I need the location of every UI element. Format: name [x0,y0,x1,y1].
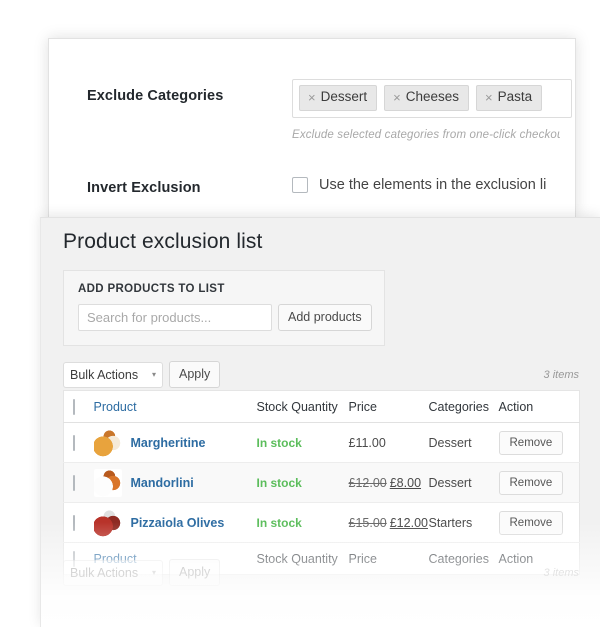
chip-remove-icon[interactable]: × [485,91,493,104]
remove-button[interactable]: Remove [498,430,564,455]
price-cell: £11.00 [348,422,429,463]
category-chip[interactable]: × Pasta [476,85,543,111]
row-checkbox[interactable] [73,434,75,451]
product-exclusion-table: Product Stock Quantity Price Categories … [63,390,580,575]
chip-label: Pasta [497,89,533,104]
tablenav-top: Bulk Actions ▾ Apply 3 items [63,361,579,388]
column-header-product[interactable]: Product [93,390,257,423]
apply-button-top[interactable]: Apply [169,361,221,388]
action-cell: Remove [498,462,580,503]
invert-exclusion-checkbox[interactable] [292,176,308,193]
chip-remove-icon[interactable]: × [393,91,401,104]
settings-panel: Exclude Categories × Dessert × Cheeses ×… [48,38,576,218]
row-select-cell [63,422,94,463]
action-cell: Remove [498,502,580,543]
column-header-price: Price [348,390,429,423]
chevron-down-icon: ▾ [151,369,156,379]
chevron-down-icon: ▾ [151,567,156,577]
bulk-actions-select-top[interactable]: Bulk Actions ▾ [63,361,163,388]
row-checkbox[interactable] [73,514,75,531]
product-exclusion-list-panel: Product exclusion list ADD PRODUCTS TO L… [40,217,600,627]
column-header-product-label: Product [93,399,137,414]
table-row: Mandorlini In stock £12.00 £8.00 Dessert … [63,462,580,503]
action-cell: Remove [498,422,580,463]
add-products-button[interactable]: Add products [278,304,372,331]
add-products-box: ADD PRODUCTS TO LIST Add products [63,270,385,346]
add-products-controls: Add products [78,304,372,331]
product-thumbnail-icon [93,468,122,497]
product-cell: Margheritine [93,422,257,463]
chip-label: Cheeses [405,89,459,104]
table-body: Margheritine In stock £11.00 Dessert Rem… [63,422,580,543]
product-thumbnail-icon [93,508,122,537]
category-cell: Dessert [428,422,499,463]
product-cell: Mandorlini [93,462,257,503]
table-row: Pizzaiola Olives In stock £15.00 £12.00 S… [63,502,580,543]
stock-status: In stock [256,475,302,490]
category-cell: Starters [428,502,499,543]
table-header-row: Product Stock Quantity Price Categories … [63,390,580,423]
price-sale: £12.00 [389,515,428,530]
stock-cell: In stock [256,462,349,503]
exclude-categories-field: × Dessert × Cheeses × Pasta Exclude sele… [292,79,575,141]
chip-label: Dessert [320,89,368,104]
price-original: £15.00 [348,515,387,530]
select-all-header [63,390,94,423]
column-header-action: Action [498,390,580,423]
table-head: Product Stock Quantity Price Categories … [63,390,580,423]
categories-token-input[interactable]: × Dessert × Cheeses × Pasta [292,79,572,118]
exclude-categories-label: Exclude Categories [87,88,224,104]
row-select-cell [63,462,94,503]
invert-exclusion-label: Invert Exclusion [87,179,201,196]
items-count-top: 3 items [543,368,579,381]
select-all-checkbox[interactable] [73,398,75,415]
exclude-categories-help-text: Exclude selected categories from one-cli… [292,128,560,141]
tablenav-bottom: Bulk Actions ▾ Apply 3 items [63,559,579,586]
column-header-stock: Stock Quantity [256,390,349,423]
apply-button-bottom[interactable]: Apply [169,559,221,586]
category-chip[interactable]: × Cheeses [384,85,469,111]
stock-cell: In stock [256,422,349,463]
invert-exclusion-field: Use the elements in the exclusion li [292,171,575,193]
invert-exclusion-checkbox-label: Use the elements in the exclusion li [319,176,547,193]
product-cell: Pizzaiola Olives [93,502,257,543]
stock-status: In stock [256,515,302,530]
product-name-link[interactable]: Pizzaiola Olives [131,516,225,530]
price-cell: £15.00 £12.00 [348,502,429,543]
row-select-cell [63,502,94,543]
row-checkbox[interactable] [73,474,75,491]
setting-row-invert-exclusion: Invert Exclusion Use the elements in the… [49,141,575,196]
stock-status: In stock [256,435,302,450]
screenshot-stage: Exclude Categories × Dessert × Cheeses ×… [0,0,600,627]
price-regular: £11.00 [348,435,386,450]
bulk-actions-select-bottom[interactable]: Bulk Actions ▾ [63,559,163,586]
page-title: Product exclusion list [63,230,263,253]
search-input[interactable] [78,304,272,331]
price-original: £12.00 [348,475,387,490]
price-sale: £8.00 [389,475,422,490]
product-name-link[interactable]: Mandorlini [131,476,194,490]
product-thumbnail-icon [93,428,122,457]
setting-row-exclude-categories: Exclude Categories × Dessert × Cheeses ×… [49,39,575,141]
column-header-categories: Categories [428,390,499,423]
stock-cell: In stock [256,502,349,543]
product-name-link[interactable]: Margheritine [131,436,206,450]
items-count-bottom: 3 items [543,566,579,579]
remove-button[interactable]: Remove [498,470,564,495]
add-products-heading: ADD PRODUCTS TO LIST [78,283,225,295]
chip-remove-icon[interactable]: × [308,91,316,104]
table-row: Margheritine In stock £11.00 Dessert Rem… [63,422,580,463]
bulk-actions-select-bottom-value: Bulk Actions [70,565,139,580]
category-chip[interactable]: × Dessert [299,85,378,111]
category-cell: Dessert [428,462,499,503]
price-cell: £12.00 £8.00 [348,462,429,503]
remove-button[interactable]: Remove [498,510,564,535]
bulk-actions-select-top-value: Bulk Actions [70,367,139,382]
invert-exclusion-checkbox-line: Use the elements in the exclusion li [292,171,560,193]
